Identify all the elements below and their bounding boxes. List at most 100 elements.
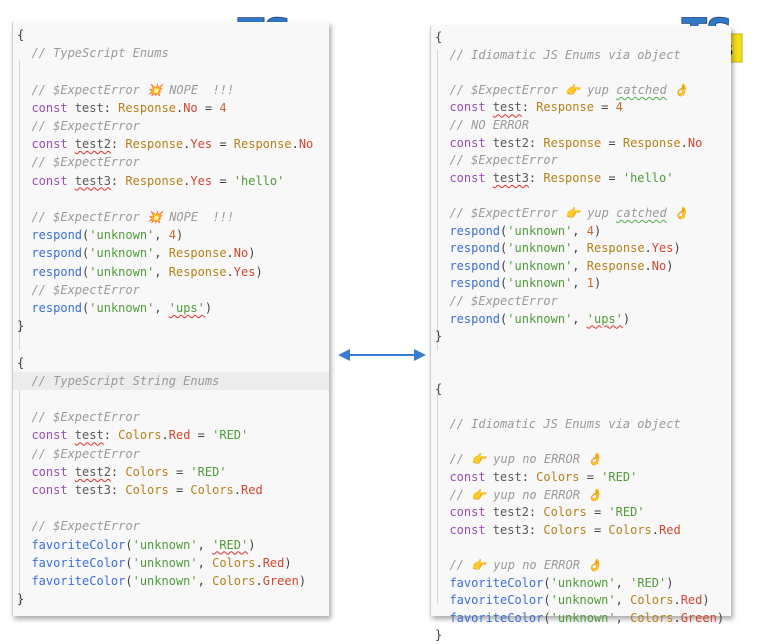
code-token: Colors (536, 470, 580, 484)
code-line: const test2: Response.Yes = Response.No (13, 135, 329, 153)
code-line: { (431, 380, 731, 398)
code-token: Response (536, 100, 594, 115)
code-token: respond (435, 223, 501, 238)
code-token: : (528, 522, 544, 537)
code-line: { (431, 28, 731, 46)
code-token: // $ExpectError 💥 NOPE !!! (17, 82, 235, 97)
code-token: // 👉 yup no ERROR 👌 (435, 558, 603, 572)
code-token: test (492, 100, 522, 115)
code-line: // $ExpectError (13, 445, 329, 463)
code-token: Response (586, 241, 645, 256)
code-line: // 👉 yup no ERROR 👌 (431, 450, 731, 468)
code-token: . (673, 610, 681, 625)
code-token: : (110, 483, 126, 497)
code-token: ( (125, 555, 133, 570)
code-line: // TypeScript String Enums (13, 371, 329, 390)
code-token: . (233, 483, 242, 497)
code-token: = (212, 137, 234, 152)
code-token: 4 (615, 100, 623, 115)
code-token: ) (593, 223, 602, 238)
code-token: favoriteColor (17, 555, 126, 570)
code-token: No (651, 258, 667, 273)
code-token: Response (168, 264, 227, 279)
code-token: , (615, 593, 631, 608)
code-token: respond (435, 276, 501, 291)
code-token: // $ExpectError (17, 155, 140, 170)
code-token: catched (616, 206, 667, 220)
code-token: ) (298, 574, 307, 588)
code-token: { (435, 382, 443, 396)
code-token: respond (17, 228, 83, 243)
code-token: Red (241, 483, 263, 497)
code-token: 'RED' (601, 470, 638, 484)
code-token: ) (702, 593, 710, 608)
code-token: Green (680, 610, 717, 625)
code-token: . (673, 593, 681, 608)
code-line: const test: Response = 4 (431, 98, 731, 116)
code-token: test3 (492, 522, 529, 537)
code-token: 👌 (666, 82, 689, 97)
code-token: const (17, 428, 75, 443)
code-line: respond('unknown', Response.No) (13, 244, 329, 262)
code-token: : (528, 170, 544, 185)
code-line: const test2: Colors = 'RED' (13, 463, 329, 481)
code-line: const test3: Colors = Colors.Red (13, 481, 329, 499)
code-token: // Idiomatic JS Enums via object (435, 417, 681, 432)
code-line: const test: Colors = 'RED' (431, 468, 731, 486)
code-token: ( (543, 593, 551, 608)
code-token: . (291, 137, 299, 152)
code-token: // $ExpectError (17, 410, 140, 425)
code-token: Response (125, 173, 184, 188)
code-token: No (183, 100, 198, 115)
code-token: Red (262, 555, 285, 570)
code-token: : (103, 100, 119, 115)
code-token: Colors (630, 593, 674, 608)
code-line: respond('unknown', 4) (431, 222, 731, 240)
code-token: Colors (608, 522, 652, 537)
code-token: Colors (118, 428, 162, 443)
code-token: 4 (586, 223, 594, 238)
code-line: favoriteColor('unknown', Colors.Red) (431, 591, 731, 609)
code-token: const (17, 137, 75, 152)
code-token: Colors (125, 464, 169, 479)
code-token: // $ExpectError (17, 519, 140, 534)
code-line: respond('unknown', Response.Yes) (13, 263, 329, 281)
code-token: : (110, 173, 126, 188)
code-token: const (435, 505, 493, 520)
code-token: Colors (212, 574, 256, 588)
code-token: { (17, 28, 25, 42)
code-line: // 👉 yup no ERROR 👌 (431, 486, 731, 504)
code-token: 'unknown' (507, 241, 573, 256)
code-token: 'unknown' (507, 311, 573, 326)
code-line: } (431, 327, 731, 345)
code-token: = (601, 135, 623, 150)
code-token: const (435, 470, 493, 484)
code-token: . (226, 246, 234, 261)
code-token: Yes (233, 264, 256, 279)
code-token: No (233, 246, 249, 261)
code-token: Red (680, 593, 703, 608)
code-token: , (197, 555, 213, 570)
code-token: const (435, 522, 493, 537)
code-token: 'unknown' (550, 575, 616, 590)
code-token: // $ExpectError (17, 282, 140, 297)
code-token: } (435, 628, 443, 643)
code-line: { (13, 354, 329, 372)
code-token: respond (435, 258, 501, 273)
code-token: 'RED' (212, 428, 249, 443)
code-token: = (168, 483, 191, 497)
code-line: const test2: Response = Response.No (431, 134, 731, 152)
code-token: , (154, 264, 169, 279)
code-token: catched (616, 82, 667, 97)
code-token: 'unknown' (132, 555, 198, 570)
code-token: Response (168, 246, 227, 261)
code-token: test2 (74, 464, 111, 479)
code-line: const test: Response.No = 4 (13, 99, 329, 117)
code-token: favoriteColor (435, 610, 544, 625)
typescript-enums-code-panel: { // TypeScript Enums // $ExpectError 💥 … (12, 22, 329, 616)
code-line: { (13, 26, 329, 44)
